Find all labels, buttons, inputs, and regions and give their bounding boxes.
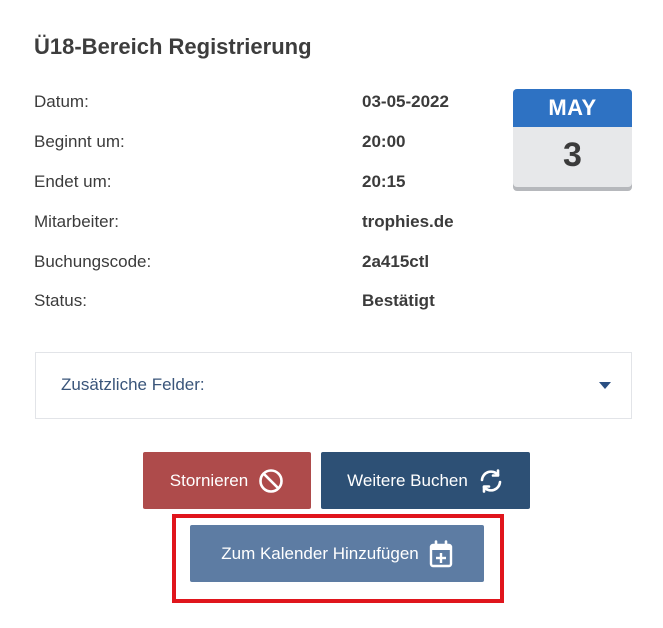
- detail-value: 20:00: [362, 132, 406, 151]
- add-to-calendar-label: Zum Kalender Hinzufügen: [221, 543, 419, 563]
- page-title: Ü18-Bereich Registrierung: [34, 34, 312, 59]
- extra-fields-label: Zusätzliche Felder:: [61, 375, 205, 394]
- cancel-button[interactable]: Stornieren: [143, 452, 311, 509]
- detail-label: Buchungscode:: [34, 252, 152, 271]
- refresh-icon: [478, 468, 504, 494]
- detail-value: 2a415ctl: [362, 252, 430, 271]
- rebook-button[interactable]: Weitere Buchen: [321, 452, 530, 509]
- calendar-date-badge: MAY 3: [513, 89, 632, 187]
- detail-value: Bestätigt: [362, 291, 435, 310]
- extra-fields-accordion[interactable]: Zusätzliche Felder:: [35, 352, 632, 419]
- detail-label: Endet um:: [34, 172, 112, 191]
- detail-label: Datum:: [34, 92, 89, 111]
- detail-value: 03-05-2022: [362, 92, 449, 111]
- rebook-button-label: Weitere Buchen: [347, 470, 468, 490]
- caret-down-icon[interactable]: [599, 382, 611, 389]
- calendar-plus-icon: [429, 539, 453, 568]
- ban-icon: [258, 468, 284, 494]
- add-to-calendar-button[interactable]: Zum Kalender Hinzufügen: [190, 525, 484, 582]
- detail-value: trophies.de: [362, 212, 454, 231]
- detail-value: 20:15: [362, 172, 406, 191]
- calendar-month: MAY: [513, 89, 632, 127]
- detail-label: Mitarbeiter:: [34, 212, 120, 231]
- calendar-day: 3: [563, 136, 582, 174]
- detail-label: Status:: [34, 291, 87, 310]
- cancel-button-label: Stornieren: [169, 470, 249, 490]
- detail-label: Beginnt um:: [34, 132, 125, 151]
